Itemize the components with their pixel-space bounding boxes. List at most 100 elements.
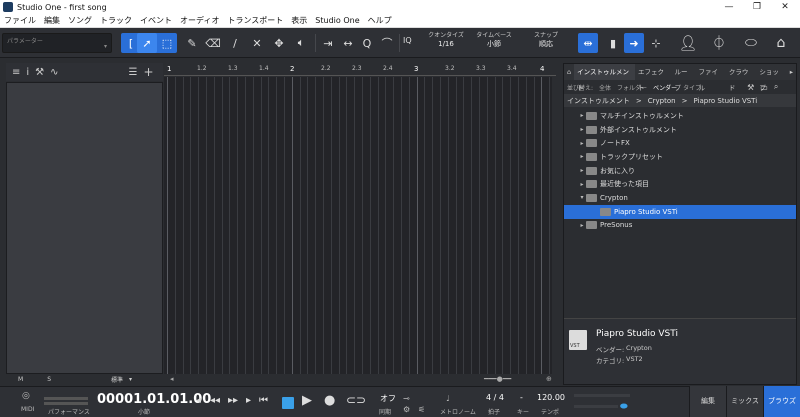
rewind-icon[interactable]: ◂◂ — [210, 395, 220, 406]
ripple-icon[interactable]: ↔ — [338, 33, 358, 53]
precount-icon[interactable]: ⊸ — [403, 394, 410, 403]
listen-tool-icon[interactable]: 🔈︎ — [291, 33, 311, 53]
mute-tool-icon[interactable]: ✕ — [247, 33, 267, 53]
minimize-button[interactable]: — — [715, 0, 743, 14]
loop-mode-icon[interactable]: ⊂⊃ — [346, 393, 366, 407]
tempo-value[interactable]: 120.00 — [537, 393, 565, 402]
track-list-icon[interactable]: ☰ — [129, 67, 138, 78]
list-icon[interactable]: ≡ — [12, 67, 20, 78]
tree-item[interactable]: ▸ 外部インストゥルメント — [564, 123, 796, 137]
time-signature[interactable]: 4 / 4 — [486, 393, 504, 402]
solo-all-button[interactable]: S — [47, 376, 51, 383]
menu-event[interactable]: イベント — [140, 15, 172, 26]
breadcrumb-item[interactable]: Piapro Studio VSTi — [693, 97, 757, 105]
toggle-icon[interactable]: ⬬ — [620, 402, 628, 412]
timeline-ruler[interactable]: 1 1.2 1.3 1.4 2 2.2 2.3 2.4 3 3.2 3.3 3.… — [164, 63, 556, 76]
loop-button[interactable] — [282, 397, 294, 409]
scroll-left-icon[interactable]: ◂ — [170, 375, 174, 383]
sort-vendor[interactable]: ベンダー — [653, 83, 677, 92]
chevron-right-icon[interactable]: ▸ — [787, 64, 796, 80]
close-button[interactable]: ✕ — [771, 0, 799, 14]
timebase-select[interactable]: タイムベース 小節 — [474, 32, 514, 48]
go-to-end-icon[interactable]: ⏮︎ — [259, 395, 268, 406]
split-cursor-icon[interactable]: ⊹ — [646, 33, 666, 53]
menu-view[interactable]: 表示 — [291, 15, 307, 26]
chevron-right-icon[interactable]: ▸ — [578, 112, 586, 119]
home-icon[interactable]: ⌂ — [564, 64, 574, 80]
tree-item[interactable]: Piapro Studio VSTi — [564, 204, 796, 219]
marker-icon[interactable]: ▮ — [603, 33, 623, 53]
tree-item[interactable]: ▸ 最近使った項目 — [564, 177, 796, 191]
menu-file[interactable]: ファイル — [4, 15, 36, 26]
chevron-right-icon[interactable]: ▸ — [578, 167, 586, 174]
wrench-icon[interactable]: ⚒ — [35, 67, 44, 78]
auto-scroll-icon[interactable]: ⇥ — [318, 33, 338, 53]
breadcrumb-item[interactable]: インストゥルメント — [567, 96, 630, 106]
sort-type[interactable]: タイプ — [683, 83, 701, 92]
menu-song[interactable]: ソング — [68, 15, 92, 26]
connect-icon[interactable]: ⏀ — [709, 33, 729, 53]
tab-files[interactable]: ファイル — [695, 64, 725, 92]
page-browse[interactable]: ブラウズ — [763, 386, 800, 417]
tab-cloud[interactable]: クラウド — [726, 64, 756, 92]
volume-slider[interactable] — [574, 405, 618, 408]
arrow-tool-icon[interactable]: ➚ — [137, 33, 157, 53]
chevron-down-icon[interactable]: ▾ — [578, 194, 586, 201]
tab-effects[interactable]: エフェクト — [635, 64, 672, 92]
play-icon[interactable]: ▶ — [302, 393, 312, 408]
tab-loops[interactable]: ループ — [672, 64, 696, 92]
snap-curve-icon[interactable]: ⌒ — [377, 33, 397, 53]
time-unit[interactable]: 小節 — [138, 407, 150, 416]
user-icon[interactable]: 👤︎ — [678, 33, 698, 53]
cloud-icon[interactable]: ⬭ — [741, 33, 761, 53]
tree-item[interactable]: ▸ マルチインストゥルメント — [564, 109, 796, 123]
eraser-tool-icon[interactable]: ⌫ — [203, 33, 223, 53]
chevron-right-icon[interactable]: ▸ — [578, 222, 586, 229]
chevron-right-icon[interactable]: ▸ — [578, 126, 586, 133]
menu-audio[interactable]: オーディオ — [180, 15, 219, 26]
iq-button[interactable]: IQ — [403, 37, 412, 45]
zoom-preset-select[interactable]: 標準 — [111, 375, 123, 384]
tab-instruments[interactable]: インストゥルメント — [574, 64, 635, 92]
menu-help[interactable]: ヘルプ — [368, 15, 392, 26]
menu-transport[interactable]: トランスポート — [227, 15, 283, 26]
home-icon[interactable]: ⌂ — [771, 33, 791, 53]
tree-item[interactable]: ▸ お気に入り — [564, 164, 796, 178]
click-settings-icon[interactable]: ⚟ — [418, 405, 425, 414]
chevron-right-icon[interactable]: ▸ — [578, 140, 586, 147]
page-mix[interactable]: ミックス — [726, 386, 763, 417]
automation-icon[interactable]: ∿ — [50, 67, 58, 78]
wrench-icon[interactable]: ⚒ — [747, 83, 754, 92]
zoom-slider[interactable]: ━━━●━━ — [484, 375, 511, 383]
mute-all-button[interactable]: M — [18, 376, 23, 383]
tab-shop[interactable]: ショップ — [756, 64, 786, 92]
settings-icon[interactable]: ⚙ — [403, 405, 410, 414]
snap-select[interactable]: スナップ 順応 — [528, 32, 564, 48]
tree-item[interactable]: ▾ Crypton — [564, 191, 796, 205]
tree-item[interactable]: ▸ ノートFX — [564, 136, 796, 150]
chevron-right-icon[interactable]: ▸ — [578, 181, 586, 188]
tree-item[interactable]: ▸ PreSonus — [564, 219, 796, 233]
menu-edit[interactable]: 編集 — [44, 15, 60, 26]
menu-studio-one[interactable]: Studio One — [315, 16, 359, 25]
sync-value[interactable]: オフ — [380, 393, 396, 404]
rewind-start-icon[interactable]: ◂ — [196, 395, 201, 406]
add-track-icon[interactable]: + — [144, 65, 154, 79]
page-edit[interactable]: 編集 — [689, 386, 726, 417]
info-icon[interactable]: i — [26, 67, 29, 78]
tree-item[interactable]: ▸ トラックプリセット — [564, 150, 796, 164]
arrangement-view[interactable] — [164, 77, 556, 374]
search-icon[interactable]: ⌕ — [774, 82, 778, 92]
split-tool-icon[interactable]: ✎ — [182, 33, 202, 53]
time-display[interactable]: 00001.01.01.00 — [97, 392, 211, 407]
sort-folder[interactable]: フォルダー — [617, 83, 647, 92]
parameter-field[interactable]: パラメーター ▾ — [2, 33, 112, 53]
vertical-scrollbar[interactable] — [552, 77, 556, 374]
quantize-select[interactable]: クオンタイズ 1/16 — [424, 32, 468, 48]
zoom-icon[interactable]: Q — [357, 33, 377, 53]
breadcrumb-item[interactable]: Crypton — [648, 97, 676, 105]
zoom-in-icon[interactable]: ⊕ — [546, 375, 552, 383]
record-icon[interactable]: ● — [324, 393, 335, 408]
sort-flat[interactable]: 全体 — [599, 83, 611, 92]
maximize-button[interactable]: ❐ — [743, 0, 771, 14]
